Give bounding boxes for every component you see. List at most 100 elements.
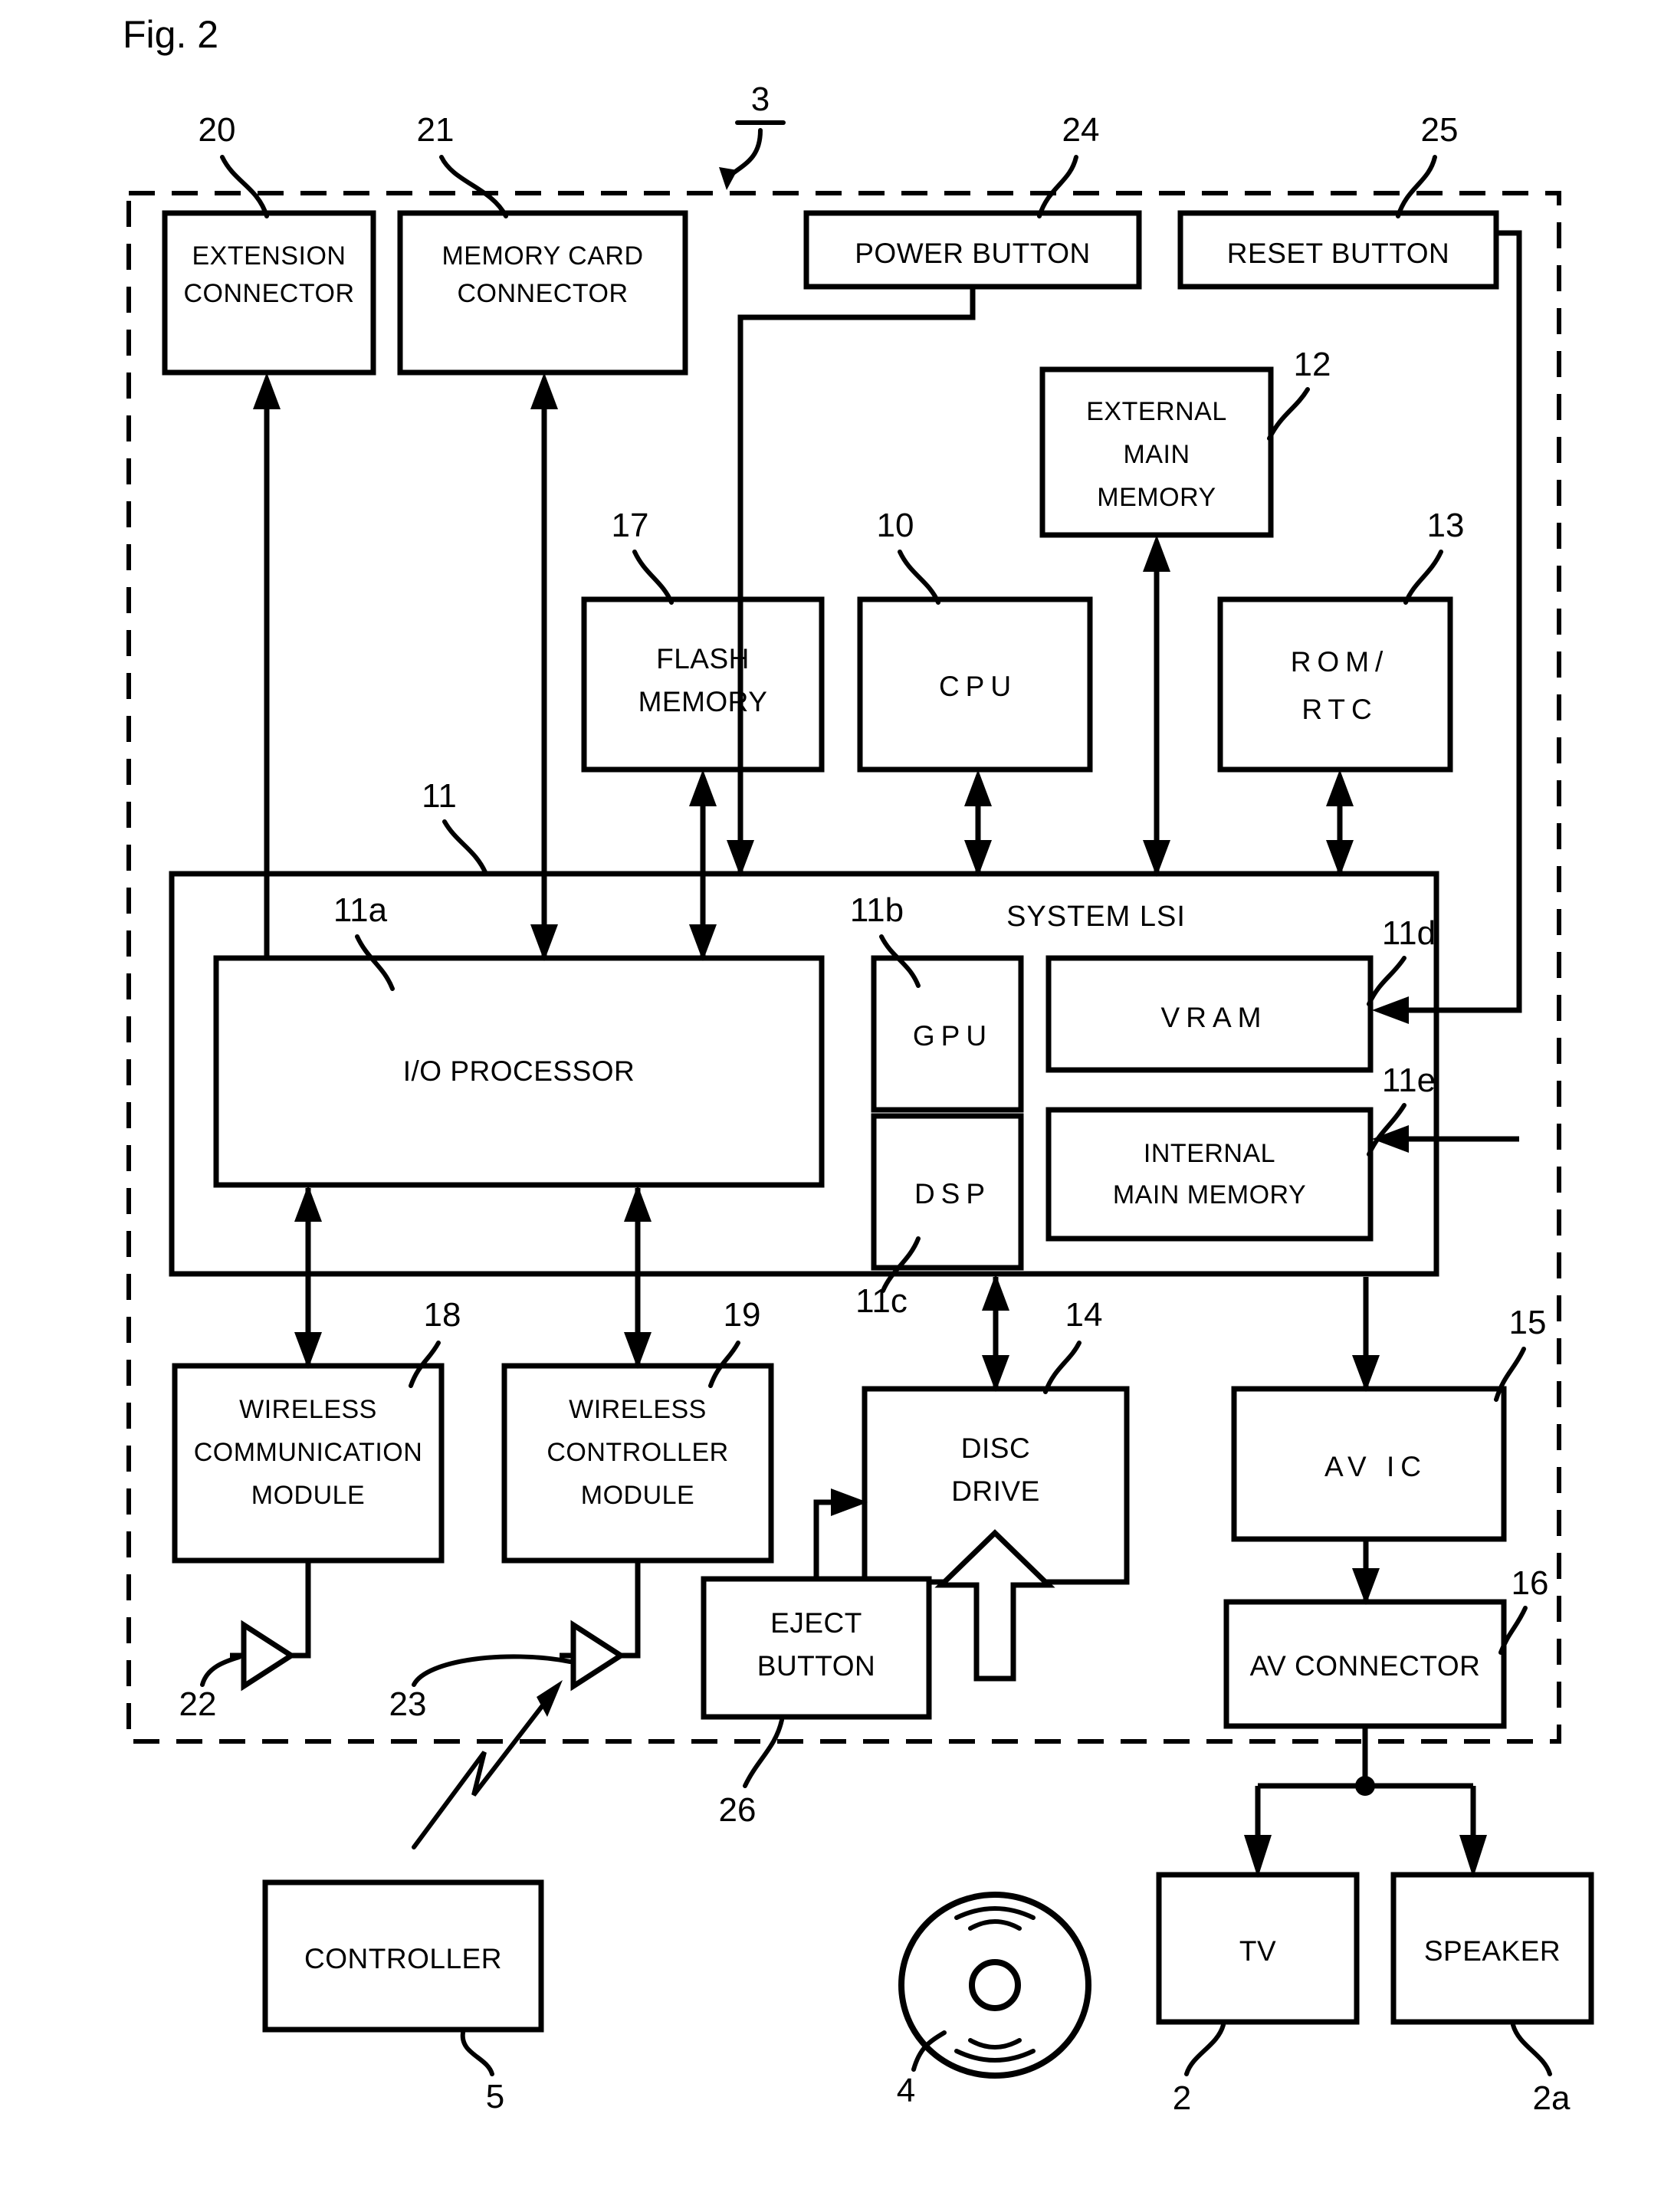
- ref-3-arrowhead: [719, 167, 737, 190]
- wireless-link-arrow: [412, 1680, 563, 1849]
- speaker-label: SPEAKER: [1424, 1935, 1561, 1967]
- ref-14-leader: [1043, 1341, 1082, 1394]
- line-wireless-ctrl-to-antenna: [621, 1561, 641, 1659]
- arrow-cpu-up: [964, 770, 992, 806]
- ref-controller: 5: [486, 2078, 504, 2115]
- ref-flash-memory: 17: [612, 507, 649, 544]
- ref-17-leader: [632, 550, 674, 605]
- io-processor-label: I/O PROCESSOR: [403, 1055, 635, 1087]
- ref-11-leader: [442, 819, 488, 876]
- wireless-controller-module-label-line2: CONTROLLER: [547, 1438, 728, 1467]
- ref-optical-disc: 4: [897, 2072, 915, 2109]
- ref-22-leader: [200, 1655, 241, 1687]
- ref-23-leader: [412, 1654, 573, 1687]
- external-main-memory-label-line1: EXTERNAL: [1086, 397, 1227, 426]
- memory-card-connector-label-line2: CONNECTOR: [458, 279, 629, 308]
- eject-button-label-line2: BUTTON: [757, 1650, 875, 1682]
- ref-cpu: 10: [877, 507, 914, 544]
- ref-5-leader: [460, 2030, 494, 2076]
- ref-internal-main-memory: 11e: [1382, 1062, 1436, 1099]
- antenna-controller-icon: [560, 1620, 626, 1692]
- ref-tv: 2: [1173, 2079, 1191, 2117]
- block-diagram: Fig. 2 3 EXTENSION CONNECTOR 20 MEMORY C…: [123, 13, 1594, 2117]
- rom-rtc-label-line1: ROM/: [1291, 646, 1390, 678]
- ref-reset-button: 25: [1421, 111, 1459, 149]
- internal-main-memory-label-line2: MAIN MEMORY: [1113, 1180, 1306, 1209]
- ref-24-leader: [1037, 155, 1078, 218]
- ref-13-leader: [1403, 550, 1443, 605]
- arrow-external-memory-up: [1143, 535, 1170, 572]
- ref-av-connector: 16: [1512, 1564, 1549, 1602]
- figure-canvas: Fig. 2 3 EXTENSION CONNECTOR 20 MEMORY C…: [0, 0, 1674, 2212]
- disc-drive-label-line2: DRIVE: [951, 1475, 1040, 1507]
- wireless-controller-module-label-line3: MODULE: [581, 1481, 694, 1510]
- ref-disc-drive: 14: [1065, 1296, 1103, 1334]
- rom-rtc-label-line2: RTC: [1301, 694, 1377, 725]
- disc-drive-label-line1: DISC: [961, 1433, 1030, 1464]
- extension-connector-label-line1: EXTENSION: [192, 241, 346, 271]
- av-connector-label: AV CONNECTOR: [1250, 1650, 1481, 1682]
- eject-button-label-line1: EJECT: [770, 1607, 862, 1639]
- reset-button-label: RESET BUTTON: [1227, 238, 1449, 269]
- memory-card-connector-label-line1: MEMORY CARD: [441, 241, 643, 271]
- ref-av-ic: 15: [1509, 1304, 1547, 1341]
- ref-rom-rtc: 13: [1427, 507, 1465, 544]
- rom-rtc-block[interactable]: [1217, 596, 1453, 773]
- wireless-communication-module-label-line3: MODULE: [251, 1481, 365, 1510]
- arrow-flash-up: [689, 770, 717, 806]
- gpu-label: GPU: [913, 1020, 993, 1052]
- external-main-memory-label-line2: MAIN: [1124, 440, 1190, 469]
- vram-label: VRAM: [1161, 1002, 1268, 1033]
- ref-2-leader: [1184, 2023, 1226, 2076]
- ref-power-button: 24: [1062, 111, 1100, 149]
- ref-antenna-controller: 23: [389, 1685, 427, 1723]
- ref-system-lsi-assembly: 3: [751, 80, 770, 118]
- tv-label: TV: [1239, 1935, 1276, 1967]
- line-power-button-to-system-lsi: [737, 287, 976, 874]
- ref-wireless-communication-module: 18: [424, 1296, 461, 1334]
- cpu-label: CPU: [939, 671, 1017, 702]
- ref-antenna-communication: 22: [179, 1685, 217, 1723]
- arrow-disc-drive-up: [982, 1274, 1009, 1311]
- ref-wireless-controller-module: 19: [724, 1296, 761, 1334]
- optical-disc-icon: [898, 1892, 1091, 2079]
- ref-memory-card-connector: 21: [417, 111, 455, 149]
- power-button-label: POWER BUTTON: [855, 238, 1091, 269]
- ref-speaker: 2a: [1533, 2079, 1571, 2117]
- wireless-communication-module-label-line2: COMMUNICATION: [194, 1438, 423, 1467]
- ref-21-leader: [439, 155, 508, 218]
- flash-memory-label-line2: MEMORY: [638, 686, 768, 717]
- flash-memory-block[interactable]: [581, 596, 825, 773]
- ref-vram: 11d: [1382, 914, 1436, 952]
- system-lsi-label: SYSTEM LSI: [1006, 901, 1186, 933]
- ref-12-leader: [1267, 387, 1310, 441]
- av-ic-label: AV IC: [1324, 1451, 1427, 1482]
- arrow-memory-card-up: [530, 372, 558, 409]
- ref-10-leader: [898, 550, 940, 605]
- figure-title: Fig. 2: [123, 13, 218, 56]
- ref-extension-connector: 20: [199, 111, 236, 149]
- extension-connector-label-line2: CONNECTOR: [184, 279, 355, 308]
- ref-gpu: 11b: [850, 891, 904, 929]
- line-wireless-comm-to-antenna: [291, 1561, 311, 1659]
- ref-2a-leader: [1511, 2023, 1552, 2076]
- eject-button-block[interactable]: [701, 1576, 932, 1720]
- ref-eject-button: 26: [719, 1791, 757, 1829]
- internal-main-memory-label-line1: INTERNAL: [1144, 1139, 1275, 1168]
- arrow-rom-rtc-up: [1326, 770, 1354, 806]
- wireless-controller-module-label-line1: WIRELESS: [569, 1395, 707, 1424]
- arrow-extension-connector-up: [253, 372, 281, 409]
- ref-26-leader: [743, 1718, 784, 1788]
- ref-15-leader: [1494, 1347, 1526, 1402]
- dsp-label: DSP: [914, 1178, 991, 1209]
- ref-dsp: 11c: [855, 1282, 908, 1320]
- controller-label: CONTROLLER: [304, 1943, 502, 1974]
- arrow-speaker-down: [1459, 1835, 1487, 1878]
- flash-memory-label-line1: FLASH: [656, 643, 750, 674]
- ref-20-leader: [220, 155, 269, 218]
- internal-main-memory-block[interactable]: [1045, 1107, 1374, 1242]
- arrow-tv-down: [1244, 1835, 1272, 1878]
- ref-25-leader: [1396, 155, 1437, 218]
- ref-system-lsi: 11: [422, 777, 457, 815]
- wireless-communication-module-label-line1: WIRELESS: [239, 1395, 377, 1424]
